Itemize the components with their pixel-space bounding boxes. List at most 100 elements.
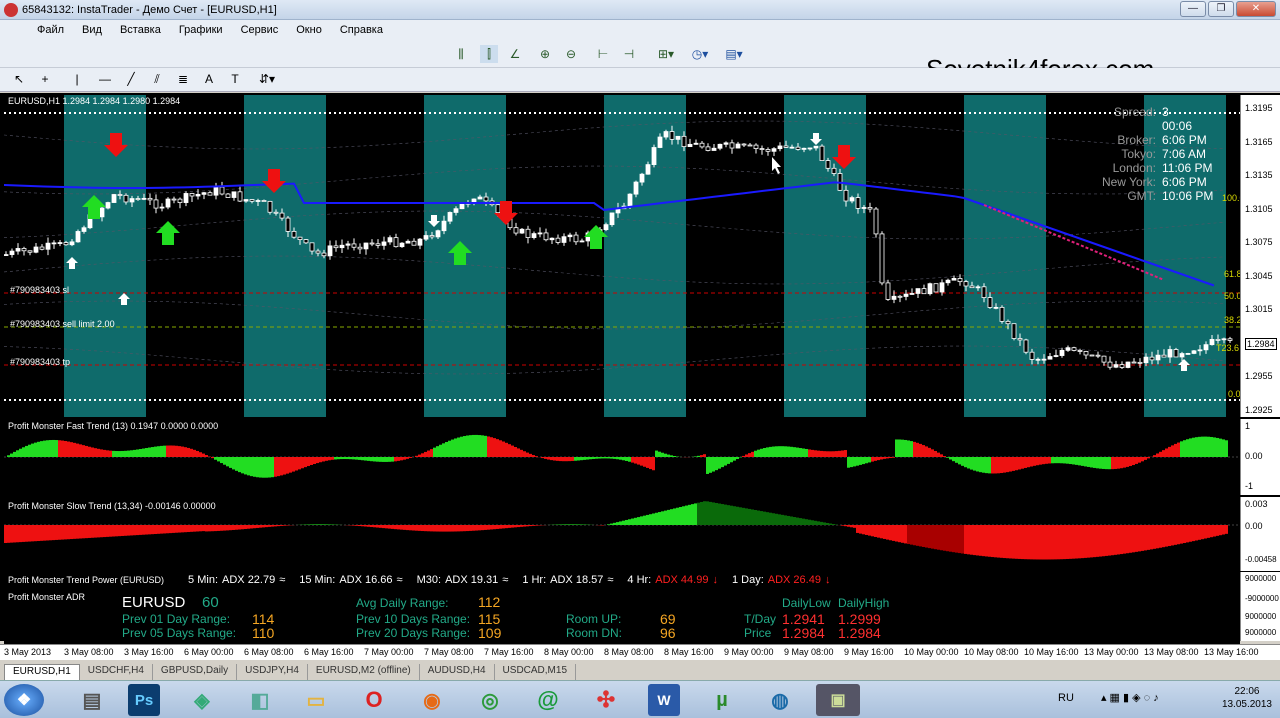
minimize-button[interactable]: —: [1180, 1, 1206, 17]
horizontal-line-icon[interactable]: —: [96, 70, 114, 88]
candle-body: [693, 142, 699, 145]
tab-eurusd-m2-offline[interactable]: EURUSD,M2 (offline): [308, 664, 420, 680]
start-button[interactable]: ❖: [4, 684, 44, 716]
trendline-icon[interactable]: ╱: [122, 70, 140, 88]
histogram-bar: [1201, 436, 1204, 457]
tab-audusd-h4[interactable]: AUDUSD,H4: [420, 664, 495, 680]
fibonacci-icon[interactable]: ≣: [174, 70, 192, 88]
app-taskbar-icon[interactable]: ◈: [180, 684, 224, 716]
histogram-bar: [385, 525, 388, 529]
histogram-bar: [979, 457, 982, 473]
histogram-bar: [571, 524, 574, 525]
system-clock[interactable]: 22:06 13.05.2013: [1222, 685, 1272, 711]
menu-tools[interactable]: Сервис: [232, 24, 288, 36]
fast-trend-pane[interactable]: Profit Monster Fast Trend (13) 0.1947 0.…: [4, 419, 1240, 495]
text-label-icon[interactable]: T: [226, 70, 244, 88]
tab-gbpusd-daily[interactable]: GBPUSD,Daily: [153, 664, 238, 680]
price-scale[interactable]: 1.3195 1.3165 1.3135 1.3105 1.3075 1.3045 1.30…: [1240, 95, 1280, 417]
histogram-bar: [1036, 525, 1039, 560]
histogram-bar: [865, 525, 868, 535]
photoshop-taskbar-icon[interactable]: Ps: [128, 684, 160, 716]
explorer-taskbar-icon[interactable]: ▤: [70, 684, 114, 716]
histogram-bar: [79, 525, 82, 539]
templates-icon[interactable]: ▤▾: [722, 45, 746, 63]
notepad-taskbar-icon[interactable]: ◧: [238, 684, 282, 716]
menu-view[interactable]: Вид: [73, 24, 111, 36]
tray-icons[interactable]: ▴ ▦ ▮ ◈ ◌ ♪: [1101, 692, 1159, 704]
order-label-sl: #790983403 sl: [10, 285, 70, 295]
histogram-bar: [841, 525, 844, 526]
opera-taskbar-icon[interactable]: O: [352, 684, 396, 716]
candle-body: [435, 230, 441, 238]
vertical-line-icon[interactable]: |: [68, 70, 86, 88]
trend-power-panel: Profit Monster Trend Power (EURUSD) 5 Mi…: [4, 572, 1240, 588]
folder-taskbar-icon[interactable]: ▭: [294, 684, 338, 716]
network-taskbar-icon[interactable]: ◍: [758, 684, 802, 716]
language-indicator[interactable]: RU: [1058, 692, 1074, 704]
tab-eurusd-h1[interactable]: EURUSD,H1: [4, 664, 80, 680]
chart-shift-icon[interactable]: ⊢: [594, 45, 612, 63]
histogram-bar: [835, 451, 838, 457]
histogram-bar: [853, 457, 856, 467]
indicators-icon[interactable]: ⊞▾: [654, 45, 678, 63]
price-tick: 1.2984: [1245, 337, 1277, 350]
cursor-icon[interactable]: ↖: [10, 70, 28, 88]
histogram-bar: [487, 525, 490, 530]
histogram-bar: [142, 448, 145, 457]
candle-body: [1053, 355, 1059, 357]
zoom-out-icon[interactable]: ⊖: [562, 45, 580, 63]
periods-icon[interactable]: ◷▾: [688, 45, 712, 63]
tab-usdjpy-h4[interactable]: USDJPY,H4: [237, 664, 308, 680]
tab-usdcad-m15[interactable]: USDCAD,M15: [495, 664, 577, 680]
menu-window[interactable]: Окно: [287, 24, 331, 36]
tab-usdchf-h4[interactable]: USDCHF,H4: [80, 664, 153, 680]
channel-icon[interactable]: ⫽: [148, 70, 166, 88]
text-icon[interactable]: A: [200, 70, 218, 88]
histogram-bar: [199, 525, 202, 532]
histogram-bar: [505, 525, 508, 529]
firefox-taskbar-icon[interactable]: ◉: [410, 684, 454, 716]
candle-body: [981, 286, 987, 298]
bar-chart-icon[interactable]: ⫼: [452, 45, 470, 63]
histogram-bar: [280, 457, 283, 476]
candle-body: [141, 197, 147, 200]
line-chart-icon[interactable]: ∠: [506, 45, 524, 63]
menu-file[interactable]: Файл: [28, 24, 73, 36]
candle-body: [135, 198, 141, 200]
zoom-in-icon[interactable]: ⊕: [536, 45, 554, 63]
close-button[interactable]: ✕: [1236, 1, 1276, 17]
histogram-bar: [760, 511, 763, 525]
instatrader-taskbar-icon[interactable]: ✣: [584, 684, 628, 716]
arrows-icon[interactable]: ⇵▾: [254, 70, 280, 88]
archive-taskbar-icon[interactable]: ▣: [816, 684, 860, 716]
menu-help[interactable]: Справка: [331, 24, 392, 36]
candle-body: [267, 200, 273, 213]
utorrent-taskbar-icon[interactable]: µ: [700, 684, 744, 716]
histogram-bar: [568, 524, 571, 525]
candlestick-icon[interactable]: ⫿: [480, 45, 498, 63]
candle-body: [1173, 349, 1179, 358]
menu-charts[interactable]: Графики: [170, 24, 232, 36]
candle-body: [813, 145, 819, 149]
histogram-bar: [997, 457, 1000, 474]
histogram-bar: [421, 453, 424, 457]
histogram-bar: [652, 513, 655, 525]
chrome-taskbar-icon[interactable]: ◎: [468, 684, 512, 716]
histogram-bar: [154, 525, 157, 534]
candle-body: [231, 191, 237, 198]
menu-insert[interactable]: Вставка: [111, 24, 170, 36]
price-pane[interactable]: EURUSD,H1 1.2984 1.2984 1.2980 1.2984 #7…: [4, 95, 1240, 417]
time-tick: 3 May 08:00: [64, 647, 114, 657]
slow-trend-pane[interactable]: Profit Monster Slow Trend (13,34) -0.001…: [4, 497, 1240, 571]
histogram-bar: [904, 439, 907, 457]
autoscroll-icon[interactable]: ⊣: [620, 45, 638, 63]
histogram-bar: [820, 450, 823, 457]
maximize-button[interactable]: ❐: [1208, 1, 1234, 17]
candle-body: [327, 245, 333, 257]
histogram-bar: [232, 525, 235, 530]
price-chart: [4, 95, 1240, 417]
mail-taskbar-icon[interactable]: @: [526, 684, 570, 716]
word-taskbar-icon[interactable]: W: [648, 684, 680, 716]
crosshair-icon[interactable]: +: [36, 70, 54, 88]
histogram-bar: [151, 525, 154, 535]
